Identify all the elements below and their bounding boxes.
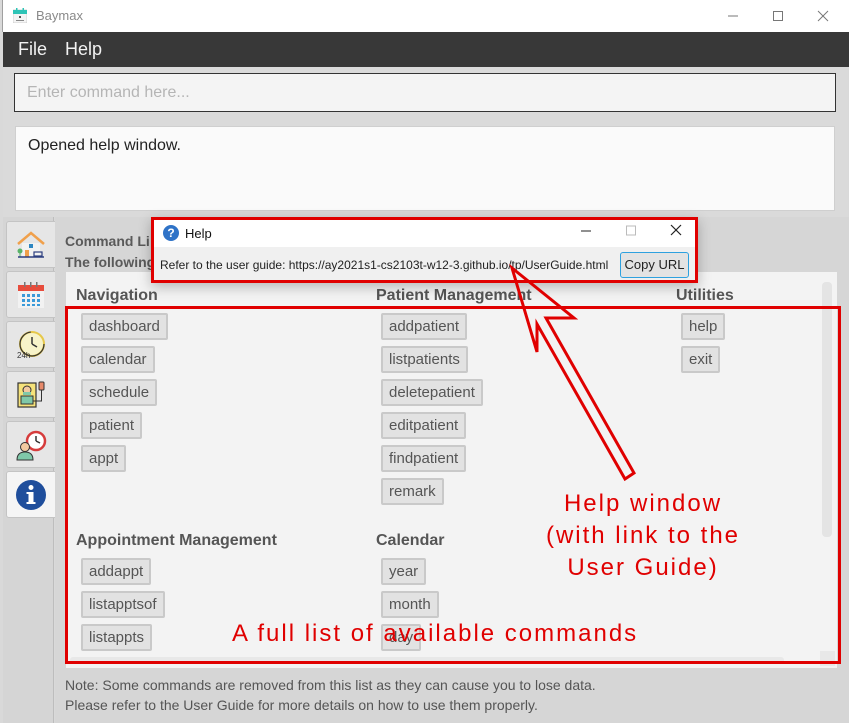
sidebar-tab-patient[interactable] [6,371,56,418]
vertical-scrollbar[interactable] [822,282,832,537]
command-button[interactable]: editpatient [381,412,467,439]
command-button[interactable]: addappt [81,558,152,585]
command-input[interactable] [14,73,836,112]
maximize-icon [626,225,636,236]
annotation-command-list-label: A full list of available commands [232,620,639,647]
minimize-icon [728,15,738,17]
help-message: Refer to the user guide: https://ay2021s… [160,258,609,272]
help-dialog: ? Help Refer to the user guide: https://… [151,217,698,283]
maximize-button[interactable] [755,0,801,32]
command-button[interactable]: addpatient [381,313,468,340]
scrollbar-corner [820,651,835,666]
command-button[interactable]: listpatients [381,346,468,373]
command-button[interactable]: patient [81,412,143,439]
command-list-title: Command Li [65,233,150,249]
calendar-app-icon [13,8,27,23]
section-utilities-title: Utilities [676,287,734,304]
note-line-2: Please refer to the User Guide for more … [65,697,538,713]
command-button[interactable]: exit [681,346,721,373]
help-dialog-titlebar: ? Help [154,220,695,247]
command-button[interactable]: schedule [81,379,158,406]
window-title: Baymax [36,8,83,23]
house-icon [17,230,45,258]
command-button[interactable]: help [681,313,726,340]
hospital-bed-patient-icon [17,381,45,408]
calendar-icon [18,281,44,308]
close-button[interactable] [800,0,846,32]
note-line-1: Note: Some commands are removed from thi… [65,677,596,693]
command-button[interactable]: appt [81,445,127,472]
annotation-line: User Guide) [567,554,719,581]
annotation-help-window-label: Help window (with link to the User Guide… [518,488,768,584]
result-display: Opened help window. [3,119,848,217]
annotation-line: (with link to the [545,522,741,549]
help-dialog-title: Help [185,226,212,241]
menu-bar: File Help [3,32,849,67]
menu-help[interactable]: Help [65,39,102,60]
section-calendar-title: Calendar [376,532,445,549]
close-icon [670,224,682,236]
maximize-icon [773,11,783,21]
command-button[interactable]: findpatient [381,445,467,472]
window-titlebar: Baymax [2,0,849,32]
help-close-button[interactable] [664,222,688,244]
command-button[interactable]: deletepatient [381,379,483,406]
annotation-line: Help window [563,490,723,517]
minimize-button[interactable] [710,0,756,32]
command-list-header: Command Li The following [65,231,155,273]
section-navigation-title: Navigation [76,287,158,304]
command-button[interactable]: month [381,591,439,618]
note-text: Note: Some commands are removed from thi… [65,675,596,715]
close-icon [817,10,829,22]
sidebar-tab-schedule[interactable]: 24h [6,321,56,368]
command-button[interactable]: remark [381,478,444,505]
menu-file[interactable]: File [18,39,47,60]
command-box [3,67,848,119]
section-patient-management-title: Patient Management [376,287,532,304]
info-icon [16,479,46,510]
command-list-scrollpane: Navigation dashboard calendar schedule p… [66,272,837,668]
horizontal-scrollbar[interactable] [70,657,784,664]
svg-text:24h: 24h [17,351,30,360]
minimize-icon [581,230,591,232]
doctor-clock-icon [16,430,47,460]
result-text: Opened help window. [15,126,835,211]
clock-24h-icon: 24h [17,330,45,360]
help-maximize-button [619,222,643,244]
sidebar-tab-calendar[interactable] [6,271,56,318]
command-button[interactable]: calendar [81,346,155,373]
copy-url-button[interactable]: Copy URL [620,252,689,278]
sidebar-tab-appointment[interactable] [6,421,56,468]
sidebar: 24h [3,217,56,723]
sidebar-tab-help[interactable] [6,471,56,518]
command-button[interactable]: year [381,558,427,585]
command-button[interactable]: dashboard [81,313,168,340]
command-list-subtitle: The following [65,254,156,270]
help-minimize-button[interactable] [574,222,598,244]
question-icon: ? [163,225,179,241]
command-button[interactable]: listapptsof [81,591,165,618]
command-button[interactable]: listappts [81,624,153,651]
section-appointment-management-title: Appointment Management [76,532,277,549]
sidebar-tab-dashboard[interactable] [6,221,56,268]
